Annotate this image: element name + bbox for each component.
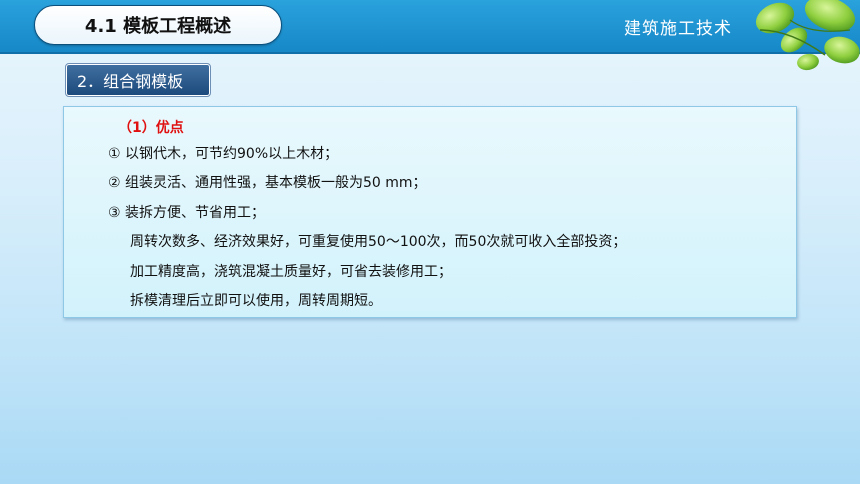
content-box: （1）优点 ① 以钢代木，可节约90%以上木材； ② 组装灵活、通用性强，基本模… (63, 106, 797, 318)
list-item: ① 以钢代木，可节约90%以上木材； (108, 146, 339, 162)
page-title: 4.1 模板工程概述 (34, 5, 282, 45)
content-heading: （1）优点 (118, 120, 184, 136)
course-name: 建筑施工技术 (624, 19, 732, 39)
leaf-decoration-icon (755, 0, 860, 71)
list-item: 拆模清理后立即可以使用，周转周期短。 (130, 293, 382, 309)
list-item: 加工精度高，浇筑混凝土质量好，可省去装修用工； (130, 264, 452, 280)
list-item: 周转次数多、经济效果好，可重复使用50～100次，而50次就可收入全部投资； (130, 234, 627, 250)
list-item: ③ 装拆方便、节省用工； (108, 205, 266, 221)
list-item: ② 组装灵活、通用性强，基本模板一般为50 mm； (108, 175, 427, 191)
section-label: 2．组合钢模板 (65, 63, 211, 97)
